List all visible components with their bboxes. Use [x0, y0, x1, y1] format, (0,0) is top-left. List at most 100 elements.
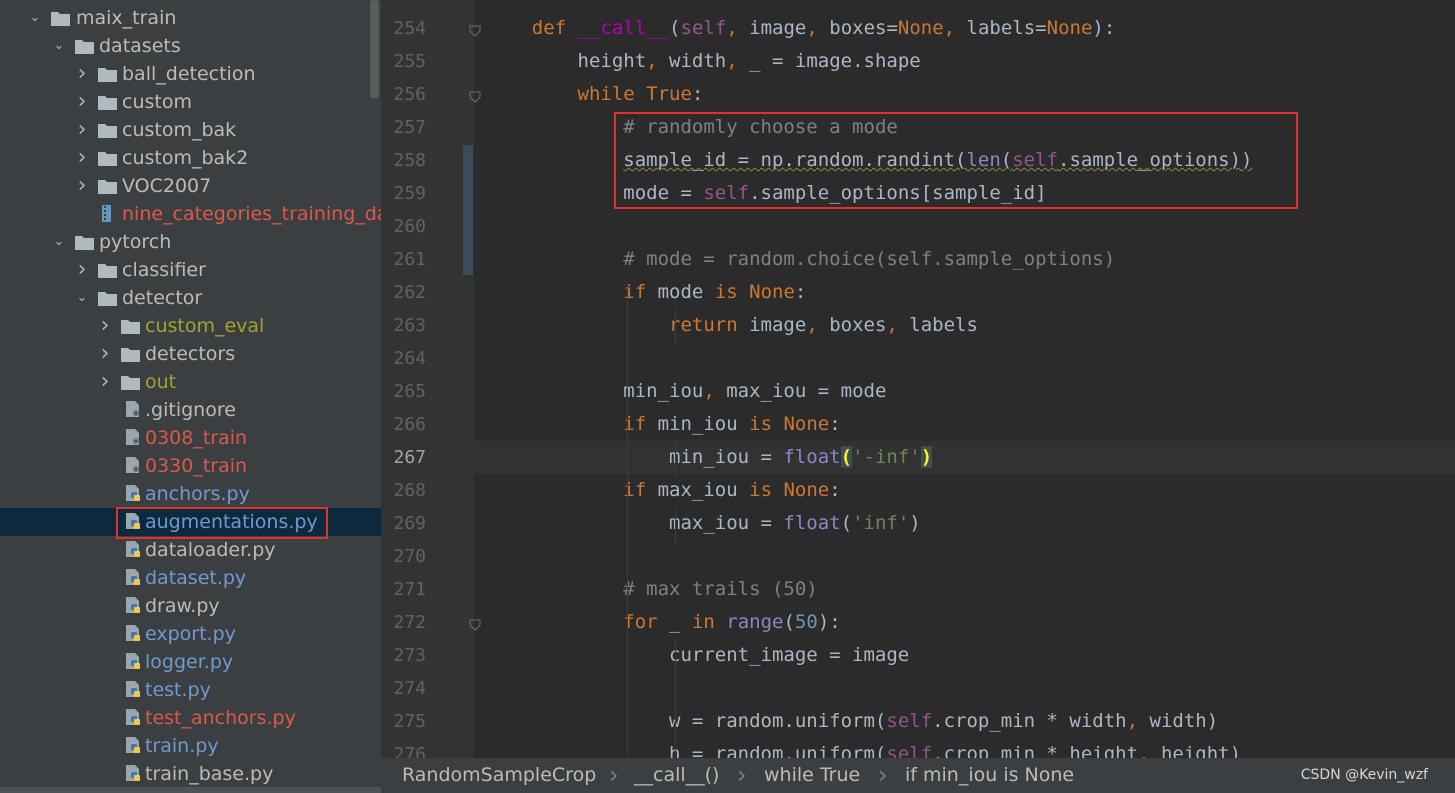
code-line[interactable]: # mode = random.choice(self.sample_optio… — [474, 243, 1455, 276]
code-line[interactable]: w = random.uniform(self.crop_min * width… — [474, 705, 1455, 738]
code-editor[interactable]: 254 255 256 257 258 259 260 261 262 263 264 265 266 2… — [381, 0, 1455, 758]
folder-icon — [98, 263, 117, 278]
python-file-icon — [124, 736, 143, 753]
tree-item[interactable]: › custom_bak — [0, 116, 381, 144]
tree-item[interactable]: .gitignore — [0, 396, 381, 424]
line-number-gutter[interactable]: 254 255 256 257 258 259 260 261 262 263 264 265 266 2… — [381, 0, 474, 758]
tree-item[interactable]: ⌄ pytorch — [0, 228, 381, 256]
code-line[interactable]: return image, boxes, labels — [474, 309, 1455, 342]
tree-item[interactable]: logger.py — [0, 648, 381, 676]
code-token: self — [886, 710, 933, 732]
breadcrumb-item[interactable]: if min_iou is None — [905, 758, 1074, 793]
tree-item[interactable]: › VOC2007 — [0, 172, 381, 200]
code-token: float — [783, 446, 841, 468]
chevron-right-icon[interactable]: › — [75, 144, 89, 172]
tree-item[interactable]: nine_categories_training_dat — [0, 200, 381, 228]
code-token: None — [1046, 17, 1093, 39]
tree-item[interactable]: draw.py — [0, 592, 381, 620]
code-line[interactable]: if mode is None: — [474, 276, 1455, 309]
code-token: None — [897, 17, 944, 39]
code-token: , — [726, 50, 750, 72]
python-file-icon — [124, 680, 143, 697]
tree-item[interactable]: › custom_bak2 — [0, 144, 381, 172]
tree-item[interactable]: anchors.py — [0, 480, 381, 508]
tree-item[interactable]: test_anchors.py — [0, 704, 381, 732]
chevron-right-icon[interactable]: › — [75, 172, 89, 200]
tree-item[interactable]: train.py — [0, 732, 381, 760]
folder-icon — [121, 375, 140, 390]
tree-item-label: pytorch — [99, 231, 172, 253]
chevron-right-icon[interactable]: › — [75, 256, 89, 284]
tree-item[interactable]: dataloader.py — [0, 536, 381, 564]
code-token: _ = image.shape — [749, 50, 921, 72]
tree-item[interactable]: › classifier — [0, 256, 381, 284]
chevron-down-icon[interactable]: ⌄ — [75, 284, 89, 312]
line-number: 266 — [393, 414, 426, 435]
code-token: current_image = image — [486, 644, 910, 666]
code-token: ( — [669, 17, 681, 39]
tree-item[interactable]: ⌄ datasets — [0, 32, 381, 60]
chevron-down-icon[interactable]: ⌄ — [52, 32, 66, 60]
line-number: 259 — [393, 183, 426, 204]
tree-item[interactable]: 0330_train — [0, 452, 381, 480]
tree-item[interactable]: › out — [0, 368, 381, 396]
line-number: 267 — [393, 447, 426, 468]
code-line[interactable] — [474, 540, 1455, 573]
tree-item[interactable]: test.py — [0, 676, 381, 704]
tree-item[interactable]: dataset.py — [0, 564, 381, 592]
tree-item-label: out — [145, 371, 177, 393]
project-tree[interactable]: ⌄ maix_train ⌄ datasets › ball_detection › cust… — [0, 0, 381, 793]
chevron-down-icon[interactable]: ⌄ — [28, 4, 42, 32]
code-line[interactable]: min_iou = float('-inf') — [474, 441, 1455, 474]
line-number: 256 — [393, 84, 426, 105]
chevron-right-icon[interactable]: › — [98, 368, 112, 396]
code-token: None — [783, 479, 830, 501]
code-line[interactable]: while True: — [474, 78, 1455, 111]
chevron-right-icon[interactable]: › — [98, 312, 112, 340]
code-line[interactable]: height, width, _ = image.shape — [474, 45, 1455, 78]
code-line[interactable] — [474, 672, 1455, 705]
code-token: __call__ — [577, 17, 670, 39]
code-token: ): — [817, 611, 841, 633]
code-line[interactable]: # max trails (50) — [474, 573, 1455, 606]
tree-item-label: VOC2007 — [122, 175, 212, 197]
code-line[interactable]: max_iou = float('inf') — [474, 507, 1455, 540]
chevron-right-icon[interactable]: › — [75, 60, 89, 88]
chevron-right-icon[interactable]: › — [75, 116, 89, 144]
tree-item[interactable]: train_base.py — [0, 760, 381, 788]
code-token: # mode = random.choice(self.sample_optio… — [623, 248, 1116, 270]
folder-icon — [75, 39, 94, 54]
line-number: 275 — [393, 711, 426, 732]
code-token: h = random.uniform( — [486, 743, 887, 758]
tree-item[interactable]: › custom_eval — [0, 312, 381, 340]
vcs-change-marker[interactable] — [463, 145, 473, 275]
code-line[interactable]: if min_iou is None: — [474, 408, 1455, 441]
tree-item[interactable]: › custom — [0, 88, 381, 116]
tree-item[interactable]: › detectors — [0, 340, 381, 368]
code-line[interactable]: min_iou, max_iou = mode — [474, 375, 1455, 408]
chevron-right-icon[interactable]: › — [75, 88, 89, 116]
chevron-right-icon[interactable]: › — [98, 340, 112, 368]
tree-item[interactable]: ⌄ detector — [0, 284, 381, 312]
indent-guide — [675, 308, 676, 346]
code-line[interactable] — [474, 210, 1455, 243]
code-line[interactable]: if max_iou is None: — [474, 474, 1455, 507]
code-line[interactable]: current_image = image — [474, 639, 1455, 672]
tree-horizontal-scrollbar[interactable] — [0, 787, 381, 793]
code-line[interactable]: h = random.uniform(self.crop_min * heigh… — [474, 738, 1455, 758]
tree-item[interactable]: › ball_detection — [0, 60, 381, 88]
tree-item[interactable]: ⌄ maix_train — [0, 4, 381, 32]
code-line[interactable]: for _ in range(50): — [474, 606, 1455, 639]
breadcrumb-item[interactable]: while True — [764, 758, 860, 793]
tree-scrollbar[interactable] — [370, 0, 379, 98]
tree-item-label: detector — [122, 287, 203, 309]
code-line[interactable]: def __call__(self, image, boxes=None, la… — [474, 12, 1455, 45]
chevron-down-icon[interactable]: ⌄ — [52, 228, 66, 256]
tree-item[interactable]: export.py — [0, 620, 381, 648]
tree-item[interactable]: 0308_train — [0, 424, 381, 452]
folder-icon — [51, 11, 70, 26]
breadcrumb-item[interactable]: RandomSampleCrop — [402, 758, 596, 793]
code-line[interactable] — [474, 342, 1455, 375]
breadcrumb-item[interactable]: __call__() — [634, 758, 719, 793]
